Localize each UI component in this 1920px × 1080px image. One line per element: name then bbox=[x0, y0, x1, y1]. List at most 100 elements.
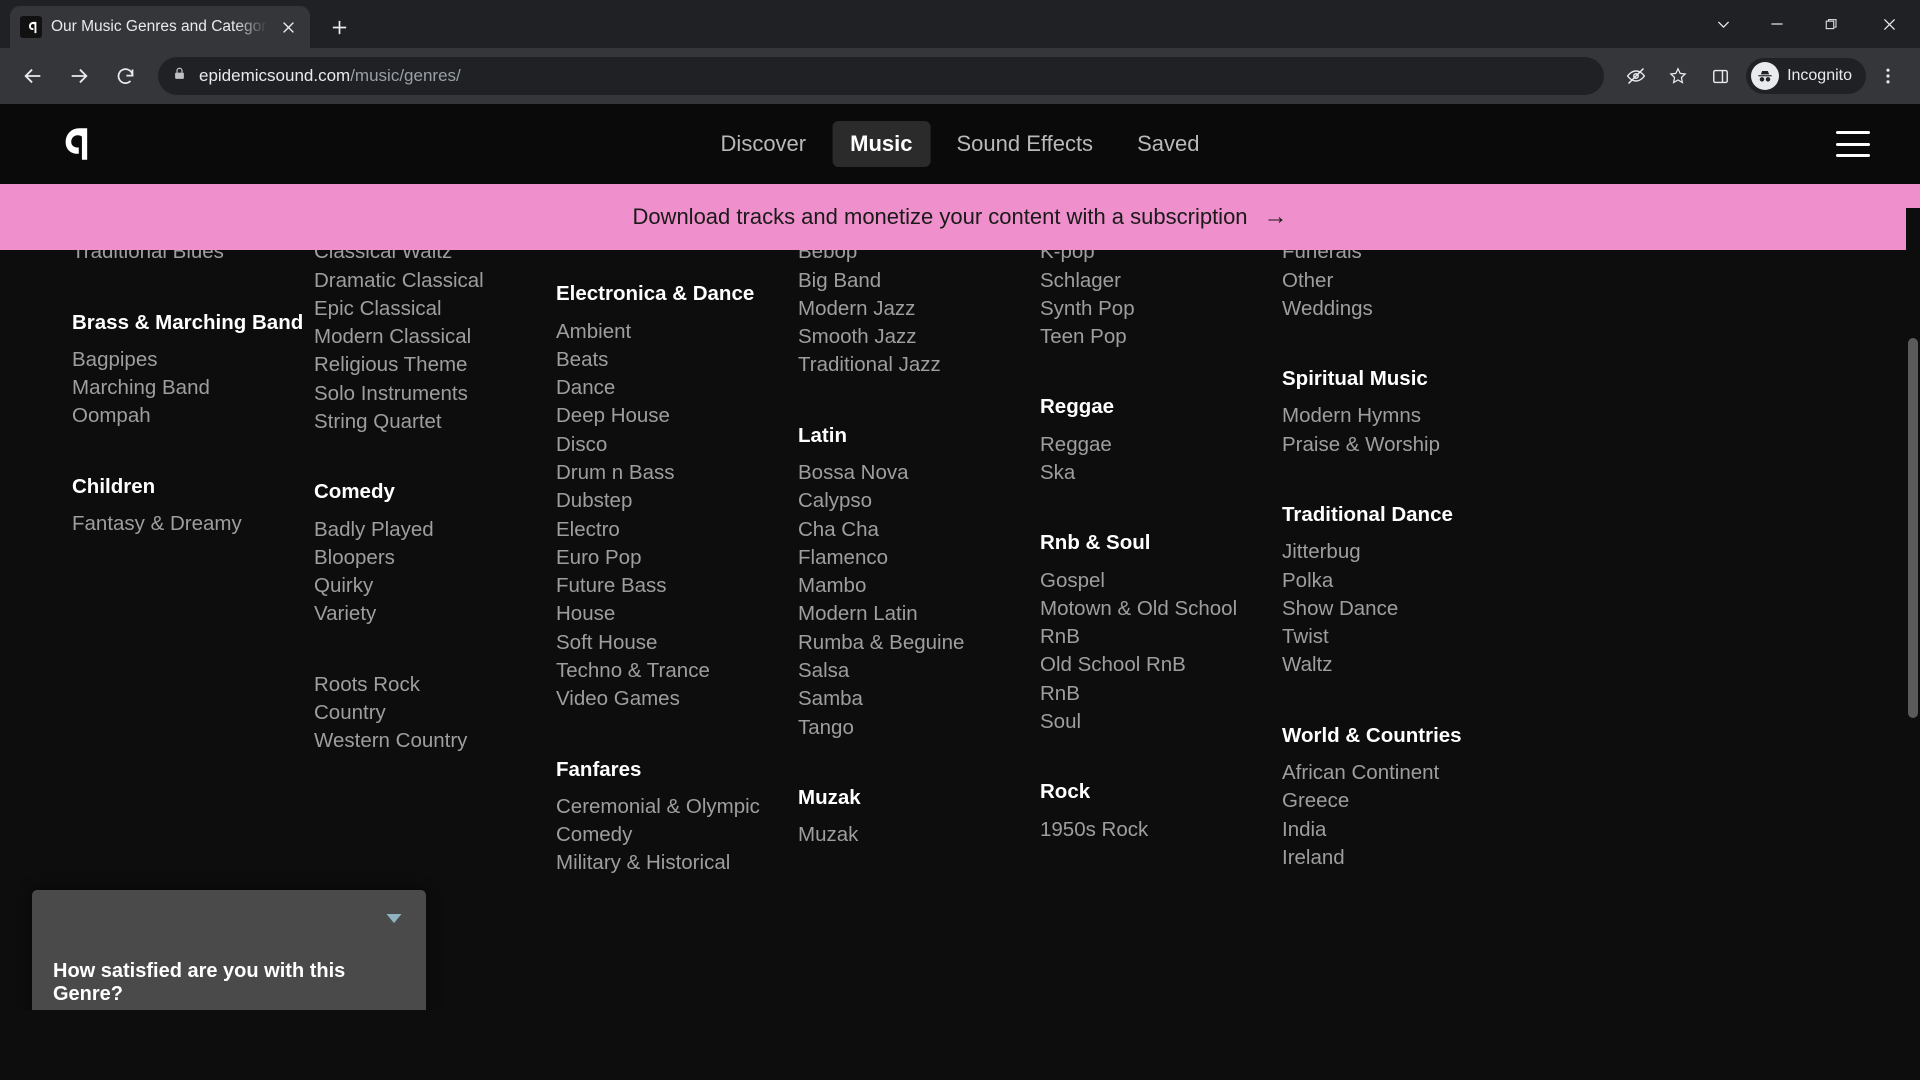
genre-link-big-band[interactable]: Big Band bbox=[798, 267, 1040, 295]
genre-link-religious-theme[interactable]: Religious Theme bbox=[314, 351, 556, 379]
close-icon[interactable] bbox=[1858, 0, 1920, 48]
genre-link-calypso[interactable]: Calypso bbox=[798, 487, 1040, 515]
genre-link-comedy[interactable]: Comedy bbox=[556, 821, 798, 849]
nav-item-saved[interactable]: Saved bbox=[1119, 121, 1217, 167]
genre-link-future-bass[interactable]: Future Bass bbox=[556, 572, 798, 600]
genre-link-oompah[interactable]: Oompah bbox=[72, 402, 314, 430]
genre-link-funerals[interactable]: Funerals bbox=[1282, 250, 1524, 267]
restore-icon[interactable] bbox=[1804, 0, 1858, 48]
genre-link-old-school-rnb[interactable]: Old School RnB bbox=[1040, 651, 1282, 679]
genre-link-variety[interactable]: Variety bbox=[314, 600, 556, 628]
plus-icon[interactable] bbox=[322, 10, 356, 44]
genre-link-modern-latin[interactable]: Modern Latin bbox=[798, 600, 1040, 628]
hamburger-menu-icon[interactable] bbox=[1836, 131, 1870, 157]
genre-link-western-country[interactable]: Western Country bbox=[314, 727, 556, 755]
close-icon[interactable] bbox=[276, 15, 300, 39]
genre-link-ireland[interactable]: Ireland bbox=[1282, 844, 1524, 872]
genre-link-electro[interactable]: Electro bbox=[556, 516, 798, 544]
genre-link-motown-old-school[interactable]: Motown & Old School bbox=[1040, 595, 1282, 623]
genre-link-euro-pop[interactable]: Euro Pop bbox=[556, 544, 798, 572]
genre-link-roots-rock[interactable]: Roots Rock bbox=[314, 671, 556, 699]
genre-link-twist[interactable]: Twist bbox=[1282, 623, 1524, 651]
genre-link-rumba-beguine[interactable]: Rumba & Beguine bbox=[798, 629, 1040, 657]
genre-link-polka[interactable]: Polka bbox=[1282, 567, 1524, 595]
three-dot-menu-icon[interactable] bbox=[1868, 56, 1908, 96]
genre-link-modern-classical[interactable]: Modern Classical bbox=[314, 323, 556, 351]
genre-link-bloopers[interactable]: Bloopers bbox=[314, 544, 556, 572]
genre-link-classical-waltz[interactable]: Classical Waltz bbox=[314, 250, 556, 267]
genre-link-traditional-blues[interactable]: Traditional Blues bbox=[72, 250, 314, 267]
page-scrollbar[interactable] bbox=[1906, 208, 1920, 1080]
genre-link-marching-band[interactable]: Marching Band bbox=[72, 374, 314, 402]
side-panel-icon[interactable] bbox=[1700, 56, 1740, 96]
genre-link-bagpipes[interactable]: Bagpipes bbox=[72, 346, 314, 374]
genre-link-flamenco[interactable]: Flamenco bbox=[798, 544, 1040, 572]
genre-link-drum-n-bass[interactable]: Drum n Bass bbox=[556, 459, 798, 487]
genre-link-dance[interactable]: Dance bbox=[556, 374, 798, 402]
nav-item-music[interactable]: Music bbox=[832, 121, 931, 167]
genre-link-cha-cha[interactable]: Cha Cha bbox=[798, 516, 1040, 544]
genre-link-soul[interactable]: Soul bbox=[1040, 708, 1282, 736]
genre-link-gospel[interactable]: Gospel bbox=[1040, 567, 1282, 595]
genre-link-other[interactable]: Other bbox=[1282, 267, 1524, 295]
forward-arrow-icon[interactable] bbox=[58, 55, 100, 97]
genre-link-beats[interactable]: Beats bbox=[556, 346, 798, 374]
genre-link-techno-trance[interactable]: Techno & Trance bbox=[556, 657, 798, 685]
genre-link-teen-pop[interactable]: Teen Pop bbox=[1040, 323, 1282, 351]
genre-link-salsa[interactable]: Salsa bbox=[798, 657, 1040, 685]
genre-link-african-continent[interactable]: African Continent bbox=[1282, 759, 1524, 787]
epidemic-sound-logo[interactable] bbox=[50, 121, 96, 167]
genre-link-samba[interactable]: Samba bbox=[798, 685, 1040, 713]
genre-link-ambient[interactable]: Ambient bbox=[556, 318, 798, 346]
genre-link-military-historical[interactable]: Military & Historical bbox=[556, 849, 798, 877]
eye-slash-icon[interactable] bbox=[1616, 56, 1656, 96]
collapse-triangle-icon[interactable] bbox=[382, 908, 406, 930]
genre-link-schlager[interactable]: Schlager bbox=[1040, 267, 1282, 295]
chevron-down-icon[interactable] bbox=[1696, 0, 1750, 48]
genre-link-ska[interactable]: Ska bbox=[1040, 459, 1282, 487]
genre-link-show-dance[interactable]: Show Dance bbox=[1282, 595, 1524, 623]
genre-link-traditional-jazz[interactable]: Traditional Jazz bbox=[798, 351, 1040, 379]
nav-item-discover[interactable]: Discover bbox=[703, 121, 825, 167]
genre-link-deep-house[interactable]: Deep House bbox=[556, 402, 798, 430]
genre-link-soft-house[interactable]: Soft House bbox=[556, 629, 798, 657]
minimize-icon[interactable] bbox=[1750, 0, 1804, 48]
genre-link-bebop[interactable]: Bebop bbox=[798, 250, 1040, 267]
genre-link-country[interactable]: Country bbox=[314, 699, 556, 727]
address-bar[interactable]: epidemicsound.com/music/genres/ bbox=[158, 57, 1605, 95]
genre-link-modern-hymns[interactable]: Modern Hymns bbox=[1282, 402, 1524, 430]
genre-link-fantasy-dreamy[interactable]: Fantasy & Dreamy bbox=[72, 510, 314, 538]
profile-chip[interactable]: Incognito bbox=[1746, 58, 1866, 94]
scrollbar-thumb[interactable] bbox=[1908, 338, 1918, 718]
genre-link-dubstep[interactable]: Dubstep bbox=[556, 487, 798, 515]
genre-link-disco[interactable]: Disco bbox=[556, 431, 798, 459]
genre-link-smooth-jazz[interactable]: Smooth Jazz bbox=[798, 323, 1040, 351]
genre-link-bossa-nova[interactable]: Bossa Nova bbox=[798, 459, 1040, 487]
genre-link-dramatic-classical[interactable]: Dramatic Classical bbox=[314, 267, 556, 295]
genre-link-mambo[interactable]: Mambo bbox=[798, 572, 1040, 600]
star-icon[interactable] bbox=[1658, 56, 1698, 96]
genre-link-synth-pop[interactable]: Synth Pop bbox=[1040, 295, 1282, 323]
genre-link-india[interactable]: India bbox=[1282, 816, 1524, 844]
genre-link-quirky[interactable]: Quirky bbox=[314, 572, 556, 600]
promo-banner[interactable]: Download tracks and monetize your conten… bbox=[0, 184, 1920, 250]
browser-tab[interactable]: Our Music Genres and Categorie bbox=[10, 6, 310, 48]
genre-link-rnb[interactable]: RnB bbox=[1040, 680, 1282, 708]
genre-link-greece[interactable]: Greece bbox=[1282, 787, 1524, 815]
genre-link-rnb[interactable]: RnB bbox=[1040, 623, 1282, 651]
back-arrow-icon[interactable] bbox=[12, 55, 54, 97]
genre-link-badly-played[interactable]: Badly Played bbox=[314, 516, 556, 544]
reload-icon[interactable] bbox=[104, 55, 146, 97]
nav-item-sound-effects[interactable]: Sound Effects bbox=[938, 121, 1111, 167]
genre-link-1950s-rock[interactable]: 1950s Rock bbox=[1040, 816, 1282, 844]
genre-link-solo-instruments[interactable]: Solo Instruments bbox=[314, 380, 556, 408]
genre-link-video-games[interactable]: Video Games bbox=[556, 685, 798, 713]
genre-link-epic-classical[interactable]: Epic Classical bbox=[314, 295, 556, 323]
genre-link-tango[interactable]: Tango bbox=[798, 714, 1040, 742]
genre-link-weddings[interactable]: Weddings bbox=[1282, 295, 1524, 323]
genre-link-muzak[interactable]: Muzak bbox=[798, 821, 1040, 849]
genre-link-modern-jazz[interactable]: Modern Jazz bbox=[798, 295, 1040, 323]
genre-link-house[interactable]: House bbox=[556, 600, 798, 628]
genre-link-praise-worship[interactable]: Praise & Worship bbox=[1282, 431, 1524, 459]
genre-link-jitterbug[interactable]: Jitterbug bbox=[1282, 538, 1524, 566]
